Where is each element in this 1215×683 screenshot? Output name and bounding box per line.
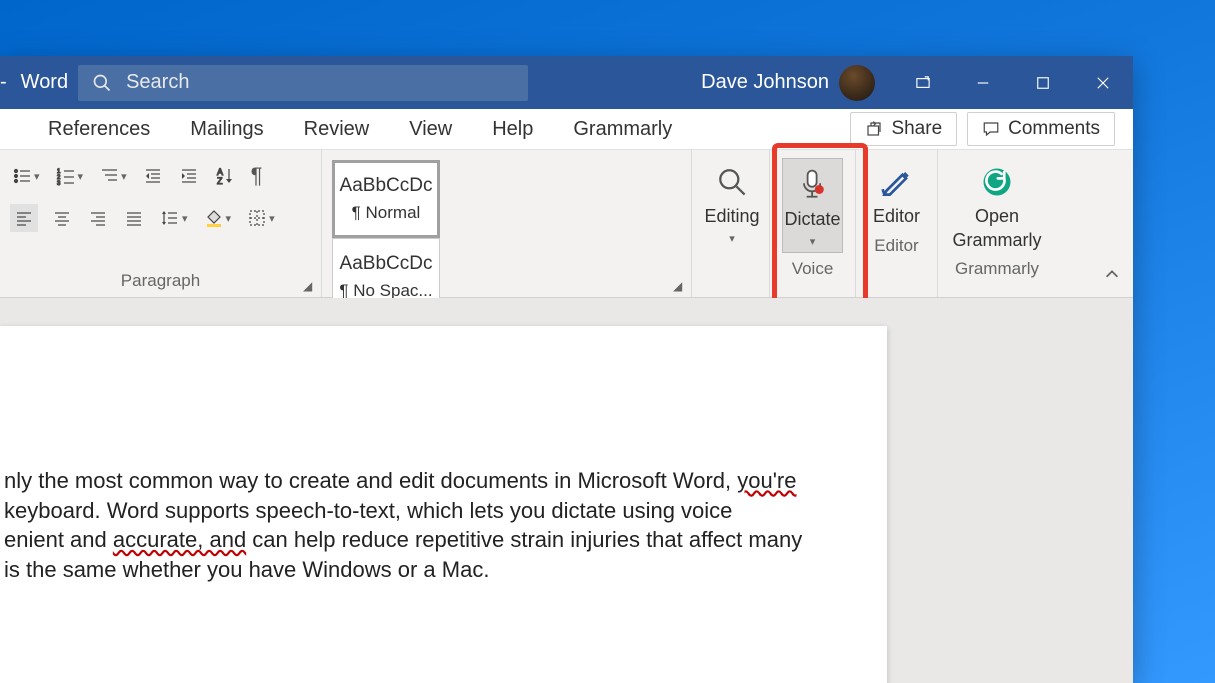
find-icon <box>712 162 752 202</box>
close-button[interactable] <box>1073 56 1133 109</box>
editing-label: Editing <box>704 206 759 228</box>
group-editor: Editor Editor <box>856 150 938 297</box>
justify-button[interactable] <box>122 204 146 232</box>
style-normal[interactable]: AaBbCcDc ¶ Normal <box>332 160 440 238</box>
align-center-button[interactable] <box>50 204 74 232</box>
search-icon <box>92 73 112 93</box>
style-preview: AaBbCcDc <box>340 175 433 197</box>
ribbon-actions: Share Comments <box>850 112 1133 146</box>
group-label-voice: Voice <box>780 255 845 281</box>
editor-icon <box>877 162 917 202</box>
multilevel-list-button[interactable]: ▾ <box>97 162 129 190</box>
user-name[interactable]: Dave Johnson <box>701 71 839 94</box>
paragraph-launcher[interactable]: ◢ <box>303 279 317 293</box>
chevron-down-icon: ▾ <box>810 235 816 248</box>
search-input[interactable]: Search <box>78 65 528 101</box>
sort-button[interactable]: AZ <box>213 162 237 190</box>
comments-label: Comments <box>1008 118 1100 140</box>
share-button[interactable]: Share <box>850 112 957 146</box>
editing-button[interactable]: Editing ▾ <box>702 156 762 249</box>
group-label-paragraph: Paragraph <box>10 267 311 293</box>
titlebar-right: Dave Johnson <box>701 56 1133 109</box>
share-label: Share <box>891 118 942 140</box>
borders-button[interactable]: ▾ <box>245 204 277 232</box>
dictate-button[interactable]: Dictate ▾ <box>782 158 843 253</box>
title-dash: - <box>0 71 15 94</box>
group-grammarly: Open Grammarly Grammarly <box>938 150 1056 297</box>
editor-label: Editor <box>873 206 920 228</box>
bullets-button[interactable]: ▾ <box>10 162 42 190</box>
titlebar: - Word Search Dave Johnson <box>0 56 1133 109</box>
ribbon-tabs: References Mailings Review View Help Gra… <box>0 109 1133 150</box>
group-editing: Editing ▾ <box>692 150 770 297</box>
ribbon-body: ▾ 123▾ ▾ AZ ¶ ▾ ▾ ▾ Para <box>0 150 1133 298</box>
collapse-ribbon-button[interactable] <box>1103 266 1121 289</box>
align-left-button[interactable] <box>10 204 38 232</box>
search-placeholder: Search <box>126 71 189 94</box>
style-name-normal: ¶ Normal <box>352 203 421 223</box>
numbering-button[interactable]: 123▾ <box>54 162 86 190</box>
document-area[interactable]: nly the most common way to create and ed… <box>0 298 1133 683</box>
avatar[interactable] <box>839 65 875 101</box>
document-line: is the same whether you have Windows or … <box>4 555 847 585</box>
document-line: keyboard. Word supports speech-to-text, … <box>4 496 847 526</box>
tab-grammarly[interactable]: Grammarly <box>553 109 692 149</box>
editor-button[interactable]: Editor <box>866 156 927 232</box>
app-name: Word <box>15 71 78 94</box>
tab-help[interactable]: Help <box>472 109 553 149</box>
grammarly-icon <box>977 162 1017 202</box>
align-right-button[interactable] <box>86 204 110 232</box>
svg-text:3: 3 <box>57 181 61 186</box>
maximize-button[interactable] <box>1013 56 1073 109</box>
dictate-label: Dictate <box>784 209 840 231</box>
group-styles: AaBbCcDc ¶ Normal AaBbCcDc ¶ No Spac... … <box>322 150 692 297</box>
word-window: - Word Search Dave Johnson References Ma <box>0 56 1133 683</box>
group-voice: Dictate ▾ Voice <box>770 150 856 297</box>
tab-references[interactable]: References <box>28 109 170 149</box>
tab-mailings[interactable]: Mailings <box>170 109 283 149</box>
ribbon-display-button[interactable] <box>893 56 953 109</box>
group-label-editor: Editor <box>866 232 927 258</box>
chevron-down-icon: ▾ <box>729 232 735 245</box>
open-grammarly-button[interactable]: Open Grammarly <box>948 156 1046 255</box>
show-hide-button[interactable]: ¶ <box>249 162 265 190</box>
comments-icon <box>982 120 1000 138</box>
share-icon <box>865 120 883 138</box>
style-preview: AaBbCcDc <box>340 253 433 275</box>
document-line: nly the most common way to create and ed… <box>4 466 847 496</box>
shading-button[interactable]: ▾ <box>202 204 234 232</box>
comments-button[interactable]: Comments <box>967 112 1115 146</box>
document-page[interactable]: nly the most common way to create and ed… <box>0 326 887 683</box>
group-label-grammarly: Grammarly <box>948 255 1046 281</box>
group-paragraph: ▾ 123▾ ▾ AZ ¶ ▾ ▾ ▾ Para <box>0 150 322 297</box>
styles-launcher[interactable]: ◢ <box>673 279 687 293</box>
svg-text:Z: Z <box>217 176 223 186</box>
minimize-button[interactable] <box>953 56 1013 109</box>
line-spacing-button[interactable]: ▾ <box>158 204 190 232</box>
dictate-icon <box>793 165 833 205</box>
decrease-indent-button[interactable] <box>141 162 165 190</box>
document-line: enient and accurate, and can help reduce… <box>4 525 847 555</box>
open-grammarly-label-2: Grammarly <box>953 230 1042 252</box>
open-grammarly-label-1: Open <box>975 206 1019 228</box>
tab-view[interactable]: View <box>389 109 472 149</box>
increase-indent-button[interactable] <box>177 162 201 190</box>
tab-review[interactable]: Review <box>284 109 390 149</box>
